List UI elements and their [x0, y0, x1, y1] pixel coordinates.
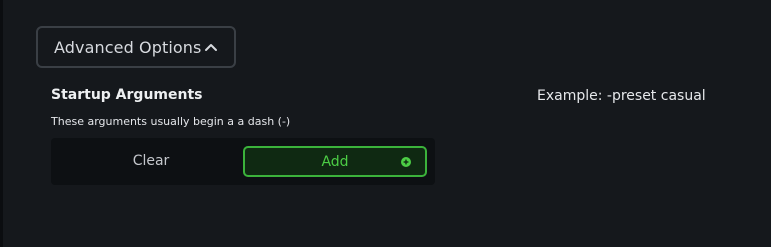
arguments-actions: Clear Add [51, 138, 435, 185]
startup-arguments-help: These arguments usually begin a a dash (… [51, 115, 291, 128]
add-button-label: Add [321, 153, 349, 170]
add-button[interactable]: Add [243, 146, 427, 177]
startup-arguments-title: Startup Arguments [51, 87, 203, 103]
clear-button[interactable]: Clear [59, 146, 243, 176]
settings-panel: Advanced Options Startup Arguments These… [3, 0, 771, 247]
advanced-options-label: Advanced Options [54, 37, 202, 57]
advanced-options-toggle[interactable]: Advanced Options [36, 26, 236, 68]
startup-arguments-example: Example: -preset casual [537, 88, 706, 104]
plus-circle-icon [401, 157, 411, 167]
clear-button-label: Clear [132, 153, 170, 169]
chevron-up-icon [205, 44, 217, 51]
